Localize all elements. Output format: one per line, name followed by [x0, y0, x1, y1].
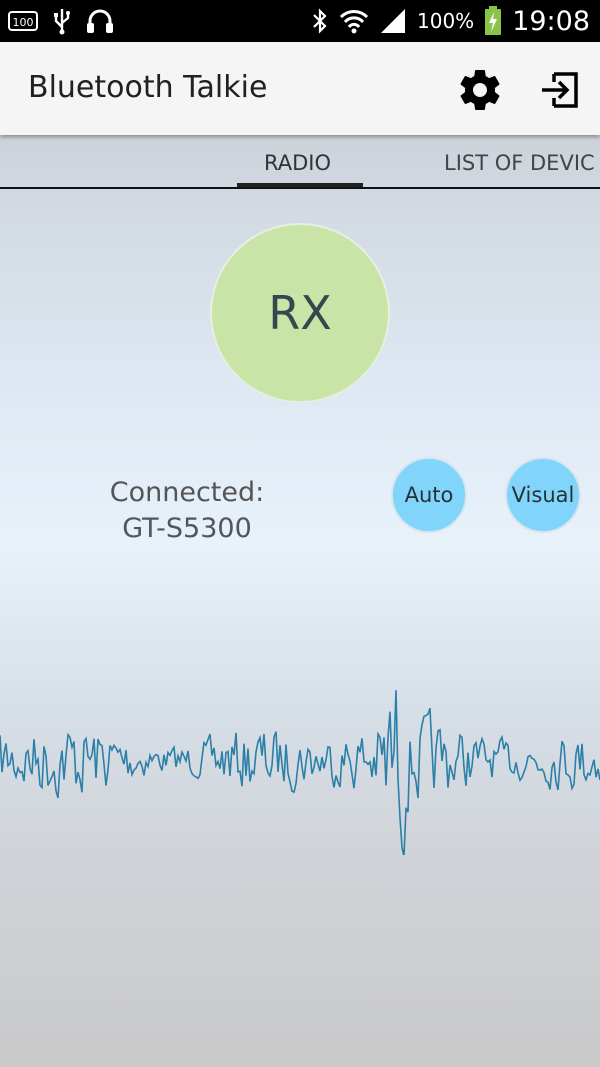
settings-button[interactable]: [456, 66, 504, 114]
app-title: Bluetooth Talkie: [28, 70, 268, 105]
tab-bar: RADIO LIST OF DEVIC: [0, 135, 600, 189]
battery-percent: 100%: [417, 9, 475, 33]
clock: 19:08: [512, 5, 590, 37]
gear-icon: [460, 70, 500, 110]
logout-button[interactable]: [536, 66, 584, 114]
app-bar: Bluetooth Talkie: [0, 42, 600, 135]
status-bar: 100 100% 19:08: [0, 0, 600, 42]
signal-icon: [381, 9, 405, 33]
battery-100-notification-icon: 100: [8, 11, 38, 31]
auto-button[interactable]: Auto: [391, 457, 467, 533]
waveform-line: [0, 690, 600, 855]
headphones-icon: [87, 9, 113, 33]
battery-charging-icon: [485, 6, 502, 35]
logout-icon: [542, 72, 578, 108]
tab-selected-indicator: [237, 183, 363, 187]
audio-waveform: [0, 690, 600, 855]
visual-button[interactable]: Visual: [505, 457, 581, 533]
bluetooth-icon: [313, 8, 327, 34]
rx-button[interactable]: RX: [210, 223, 390, 403]
connection-status-label: Connected:: [109, 477, 265, 508]
tab-list-of-devices[interactable]: LIST OF DEVIC: [444, 151, 595, 175]
connection-status: Connected: GT-S5300: [80, 475, 294, 547]
usb-icon: [54, 9, 70, 35]
connected-device-name: GT-S5300: [122, 513, 252, 544]
wifi-icon: [339, 10, 369, 34]
tab-radio[interactable]: RADIO: [264, 151, 331, 175]
svg-text:100: 100: [13, 16, 34, 29]
radio-content: RADIO LIST OF DEVIC RX Connected: GT-S53…: [0, 135, 600, 1067]
